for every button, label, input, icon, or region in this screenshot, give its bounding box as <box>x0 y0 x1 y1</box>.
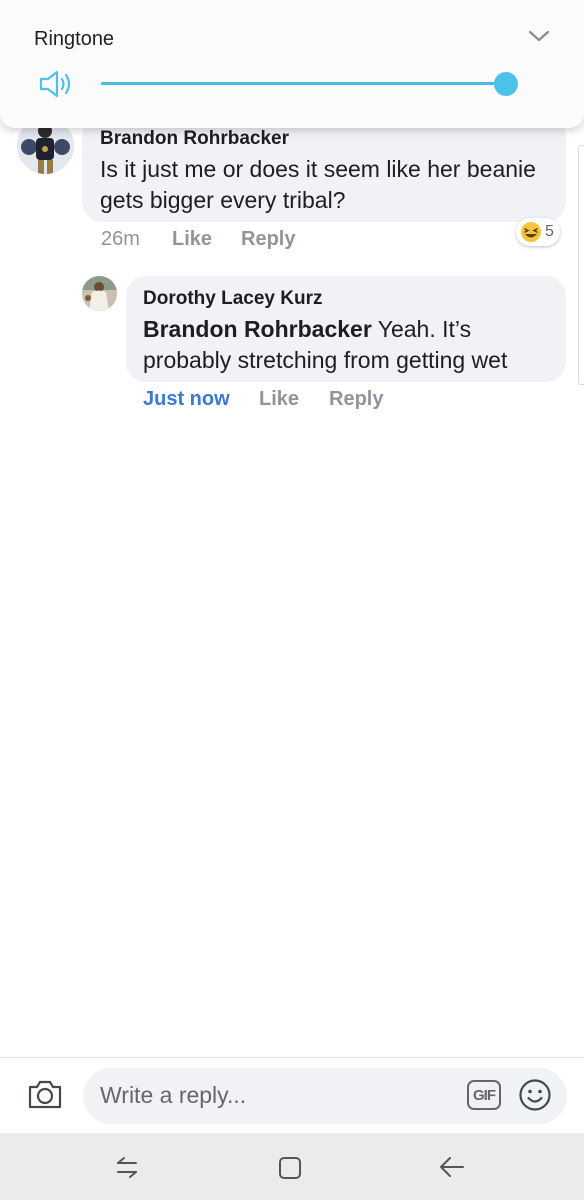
comment-text: Brandon Rohrbacker Yeah. It’s probably s… <box>143 314 563 376</box>
chevron-down-icon[interactable] <box>526 26 552 46</box>
reply-input-placeholder[interactable]: Write a reply... <box>100 1082 246 1109</box>
volume-panel: Ringtone <box>0 0 584 128</box>
gif-button[interactable]: GIF <box>467 1080 501 1110</box>
comment-timestamp: 26m <box>101 228 140 250</box>
scroll-indicator <box>578 145 584 385</box>
reply-button[interactable]: Reply <box>241 228 295 251</box>
laughing-emoji-icon <box>521 222 541 242</box>
recent-apps-icon[interactable] <box>114 1154 140 1180</box>
camera-icon[interactable] <box>26 1077 64 1111</box>
speaker-icon[interactable] <box>38 68 76 100</box>
avatar[interactable] <box>82 276 117 311</box>
home-icon[interactable] <box>277 1155 303 1181</box>
like-button[interactable]: Like <box>259 388 299 411</box>
reply-button[interactable]: Reply <box>329 388 383 411</box>
emoji-icon[interactable] <box>518 1078 552 1112</box>
comment-timestamp[interactable]: Just now <box>143 388 230 411</box>
comment-text: Is it just me or does it seem like her b… <box>100 156 536 213</box>
like-button[interactable]: Like <box>172 228 212 251</box>
reaction-badge[interactable]: 5 <box>516 218 560 246</box>
comment-author[interactable]: Brandon Rohrbacker <box>100 128 289 150</box>
comment-author[interactable]: Dorothy Lacey Kurz <box>143 288 322 310</box>
back-icon[interactable] <box>438 1154 466 1180</box>
volume-slider-track[interactable] <box>101 82 506 85</box>
reaction-count: 5 <box>545 223 554 240</box>
volume-slider-thumb[interactable] <box>494 72 518 96</box>
comment-mention[interactable]: Brandon Rohrbacker <box>143 316 372 342</box>
volume-title: Ringtone <box>34 28 115 50</box>
volume-slider-fill <box>101 82 506 85</box>
